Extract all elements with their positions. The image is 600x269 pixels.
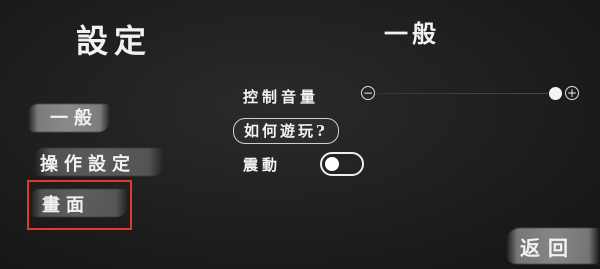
volume-label: 控制音量 <box>243 88 320 106</box>
vibration-label: 震動 <box>243 156 282 174</box>
how-to-play-button[interactable]: 如何遊玩? <box>233 118 339 144</box>
sidebar-item-general[interactable]: 一般 <box>50 104 98 130</box>
minus-circle-icon[interactable]: − <box>361 86 375 100</box>
vibration-toggle[interactable] <box>320 152 364 176</box>
section-title: 一般 <box>384 19 440 48</box>
volume-slider-track[interactable] <box>378 93 548 94</box>
back-button[interactable]: 返回 <box>520 232 576 261</box>
plus-circle-icon[interactable]: + <box>565 86 579 100</box>
page-title: 設定 <box>76 22 153 60</box>
volume-slider-knob[interactable] <box>549 87 562 100</box>
toggle-knob <box>325 157 339 171</box>
highlight-box <box>27 180 132 230</box>
sidebar-item-controls[interactable]: 操作設定 <box>40 150 136 176</box>
